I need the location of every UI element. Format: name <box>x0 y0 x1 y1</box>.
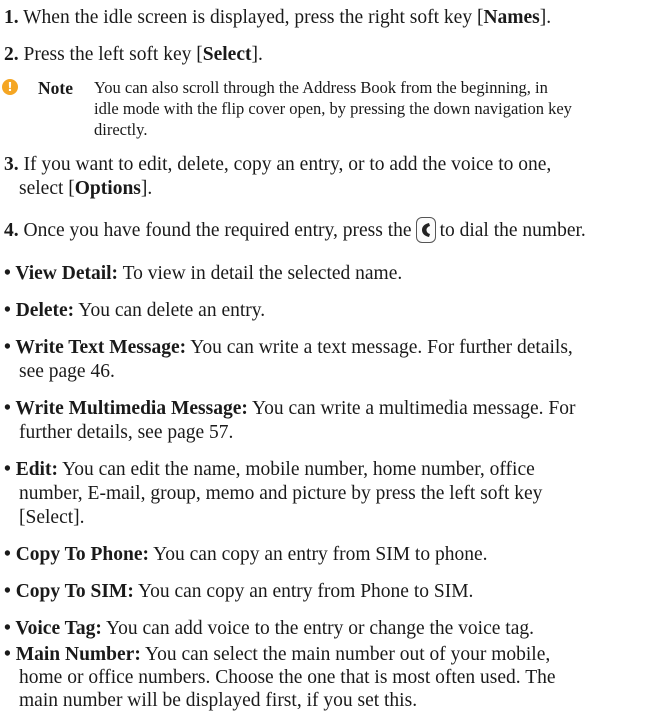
option-view-detail: • View Detail: To view in detail the sel… <box>4 262 644 286</box>
option-term: • Copy To Phone: <box>4 544 149 565</box>
step-text: When the idle screen is displayed, press… <box>18 7 484 28</box>
note-line-3: directly. <box>94 120 148 139</box>
step-text-end: to dial the number. <box>439 220 586 241</box>
step-text-cont: select [ <box>19 178 75 199</box>
manual-page: 1. When the idle screen is displayed, pr… <box>0 0 647 712</box>
step-text: Press the left soft key [ <box>18 44 203 65</box>
info-icon: ! <box>2 79 18 95</box>
option-desc: To view in detail the selected name. <box>118 263 403 284</box>
step-number: 1. <box>4 7 19 28</box>
option-desc: You can copy an entry from Phone to SIM. <box>133 581 474 602</box>
step-2: 2. Press the left soft key [Select]. <box>4 43 644 67</box>
step-number: 2. <box>4 44 19 65</box>
softkey-select: Select <box>202 44 252 65</box>
option-desc-cont: home or office numbers. Choose the one t… <box>19 667 556 688</box>
option-edit: • Edit: You can edit the name, mobile nu… <box>4 458 644 530</box>
option-desc: You can edit the name, mobile number, ho… <box>57 459 535 480</box>
option-term: • Main Number: <box>4 644 141 665</box>
option-desc-cont: further details, see page 57. <box>19 422 234 443</box>
step-text: Once you have found the required entry, … <box>18 220 412 241</box>
step-text: If you want to edit, delete, copy an ent… <box>18 154 552 175</box>
softkey-options: Options <box>74 178 141 199</box>
step-number: 4. <box>4 220 19 241</box>
option-copy-to-sim: • Copy To SIM: You can copy an entry fro… <box>4 580 644 604</box>
option-desc: You can write a multimedia message. For <box>247 398 576 419</box>
option-write-text-message: • Write Text Message: You can write a te… <box>4 336 644 384</box>
option-delete: • Delete: You can delete an entry. <box>4 299 644 323</box>
option-desc: You can copy an entry from SIM to phone. <box>149 544 488 565</box>
step-3: 3. If you want to edit, delete, copy an … <box>4 153 644 201</box>
option-desc-cont: main number will be displayed first, if … <box>19 690 418 711</box>
option-desc: You can write a text message. For furthe… <box>186 337 573 358</box>
option-term: • Write Multimedia Message: <box>4 398 248 419</box>
step-4: 4. Once you have found the required entr… <box>4 216 644 243</box>
note-box: ! Note You can also scroll through the A… <box>2 78 647 142</box>
step-text-end: ]. <box>140 178 153 199</box>
step-1: 1. When the idle screen is displayed, pr… <box>4 6 644 30</box>
option-write-multimedia-message: • Write Multimedia Message: You can writ… <box>4 397 644 445</box>
note-line-1: You can also scroll through the Address … <box>94 78 548 97</box>
step-number: 3. <box>4 154 19 175</box>
option-desc: You can select the main number out of yo… <box>140 644 551 665</box>
call-key-icon <box>415 216 436 243</box>
option-main-number: • Main Number: You can select the main n… <box>4 631 644 712</box>
option-term: • Write Text Message: <box>4 337 187 358</box>
option-term: • View Detail: <box>4 263 119 284</box>
option-copy-to-phone: • Copy To Phone: You can copy an entry f… <box>4 543 644 567</box>
option-term: • Copy To SIM: <box>4 581 134 602</box>
option-desc-cont: see page 46. <box>19 361 115 382</box>
option-desc-cont: number, E-mail, group, memo and picture … <box>19 483 543 504</box>
handset-icon <box>421 222 430 237</box>
note-label: Note <box>38 78 73 98</box>
option-term: • Edit: <box>4 459 58 480</box>
option-term: • Delete: <box>4 300 75 321</box>
option-desc-cont: [Select]. <box>19 507 85 528</box>
step-text-end: ]. <box>539 7 552 28</box>
note-line-2: idle mode with the flip cover open, by p… <box>94 99 572 118</box>
option-desc: You can delete an entry. <box>74 300 266 321</box>
step-text-end: ]. <box>251 44 263 65</box>
softkey-names: Names <box>483 7 540 28</box>
